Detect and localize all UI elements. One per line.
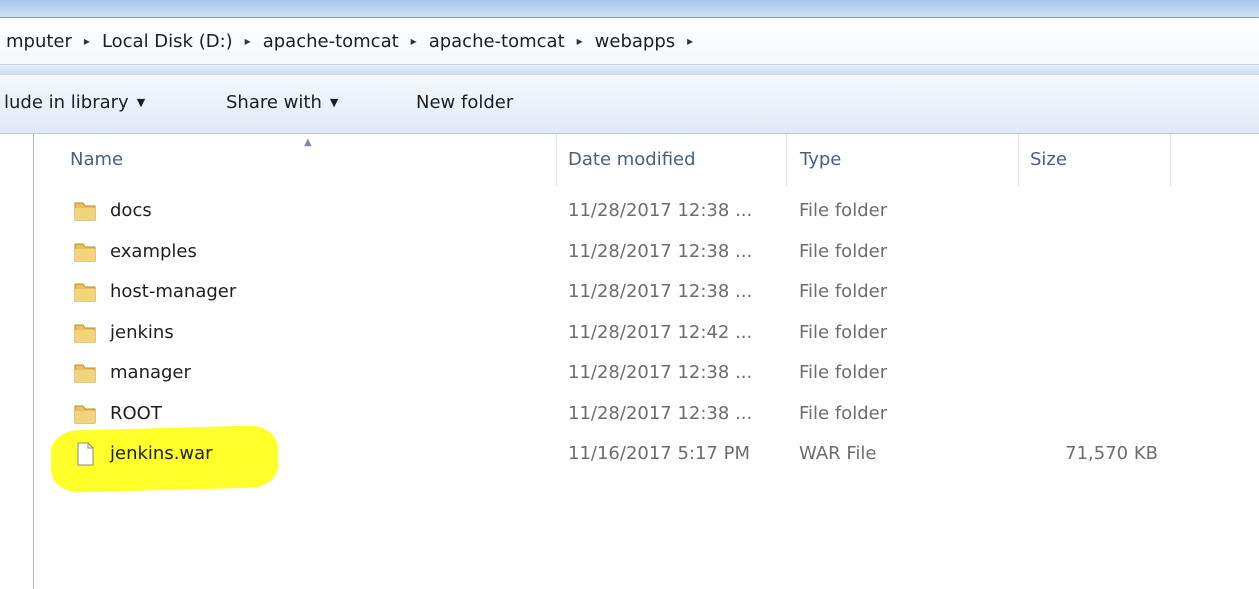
address-bar[interactable]: mputer ▸ Local Disk (D:) ▸ apache-tomcat… (0, 18, 1259, 65)
file-type: WAR File (799, 443, 877, 464)
file-type: File folder (799, 362, 888, 383)
breadcrumb: mputer ▸ Local Disk (D:) ▸ apache-tomcat… (4, 31, 703, 52)
column-header-size[interactable]: Size (1030, 134, 1067, 186)
sort-ascending-icon: ▲ (304, 137, 312, 148)
include-in-library-button[interactable]: lude in library ▼ (4, 92, 145, 113)
file-type: File folder (799, 281, 888, 302)
breadcrumb-arrow-icon[interactable]: ▸ (245, 34, 251, 48)
file-type: File folder (799, 240, 888, 262)
breadcrumb-apache-tomcat-inner[interactable]: apache-tomcat (427, 31, 567, 52)
file-name: ROOT (110, 402, 162, 424)
share-with-label: Share with (226, 92, 322, 113)
file-date: 11/28/2017 12:38 ... (568, 402, 753, 424)
column-header-name[interactable]: Name (70, 134, 123, 186)
share-with-button[interactable]: Share with ▼ (226, 92, 338, 113)
folder-icon (74, 243, 96, 261)
new-folder-button[interactable]: New folder (416, 92, 513, 113)
new-folder-label: New folder (416, 92, 514, 113)
column-header-type[interactable]: Type (800, 134, 841, 186)
file-date: 11/28/2017 12:38 ... (568, 281, 753, 302)
column-divider[interactable] (556, 134, 557, 186)
breadcrumb-local-disk[interactable]: Local Disk (D:) (100, 31, 235, 52)
column-divider[interactable] (1170, 134, 1171, 186)
file-row-docs[interactable]: docs 11/28/2017 12:38 ... File folder (34, 194, 1259, 235)
folder-icon (74, 202, 96, 221)
folder-icon (74, 364, 96, 383)
file-icon (77, 442, 94, 466)
file-name: jenkins (110, 321, 174, 343)
breadcrumb-arrow-icon[interactable]: ▸ (577, 34, 583, 48)
file-type: File folder (799, 321, 888, 343)
file-date: 11/28/2017 12:38 ... (568, 362, 753, 383)
column-divider[interactable] (1018, 134, 1019, 186)
file-row-jenkins[interactable]: jenkins 11/28/2017 12:42 ... File folder (34, 316, 1259, 357)
file-date: 11/28/2017 12:38 ... (568, 240, 753, 262)
folder-icon (74, 405, 96, 423)
file-row-examples[interactable]: examples 11/28/2017 12:38 ... File folde… (34, 235, 1259, 276)
nav-band (0, 65, 1259, 75)
file-name: docs (110, 200, 152, 221)
file-date: 11/28/2017 12:38 ... (568, 200, 753, 221)
include-in-library-label: lude in library (4, 92, 129, 113)
breadcrumb-arrow-icon[interactable]: ▸ (687, 34, 693, 48)
folder-icon (74, 283, 96, 302)
file-row-manager[interactable]: manager 11/28/2017 12:38 ... File folder (34, 356, 1259, 397)
command-toolbar: lude in library ▼ Share with ▼ New folde… (0, 75, 1259, 134)
file-name: host-manager (110, 281, 237, 302)
file-name: jenkins.war (110, 443, 213, 464)
breadcrumb-arrow-icon[interactable]: ▸ (411, 34, 417, 48)
file-type: File folder (799, 402, 888, 424)
file-row-root[interactable]: ROOT 11/28/2017 12:38 ... File folder (34, 397, 1259, 438)
file-size: 71,570 KB (1065, 443, 1158, 464)
breadcrumb-arrow-icon[interactable]: ▸ (84, 34, 90, 48)
window-top-strip (0, 0, 1259, 18)
column-divider[interactable] (786, 134, 787, 186)
file-type: File folder (799, 200, 888, 221)
column-header-date-modified[interactable]: Date modified (568, 134, 696, 186)
breadcrumb-apache-tomcat[interactable]: apache-tomcat (261, 31, 401, 52)
file-date: 11/16/2017 5:17 PM (568, 443, 750, 464)
folder-icon (74, 324, 96, 342)
breadcrumb-computer[interactable]: mputer (4, 31, 74, 52)
file-row-jenkins-war[interactable]: jenkins.war 11/16/2017 5:17 PM WAR File … (34, 437, 1259, 478)
file-list: docs 11/28/2017 12:38 ... File folder ex… (34, 194, 1259, 478)
file-name: examples (110, 240, 197, 262)
file-row-host-manager[interactable]: host-manager 11/28/2017 12:38 ... File f… (34, 275, 1259, 316)
chevron-down-icon: ▼ (136, 96, 146, 109)
chevron-down-icon: ▼ (329, 96, 339, 109)
file-name: manager (110, 362, 191, 383)
breadcrumb-webapps[interactable]: webapps (593, 31, 677, 52)
column-header: ▲ Name Date modified Type Size (34, 134, 1259, 186)
file-date: 11/28/2017 12:42 ... (568, 321, 753, 343)
